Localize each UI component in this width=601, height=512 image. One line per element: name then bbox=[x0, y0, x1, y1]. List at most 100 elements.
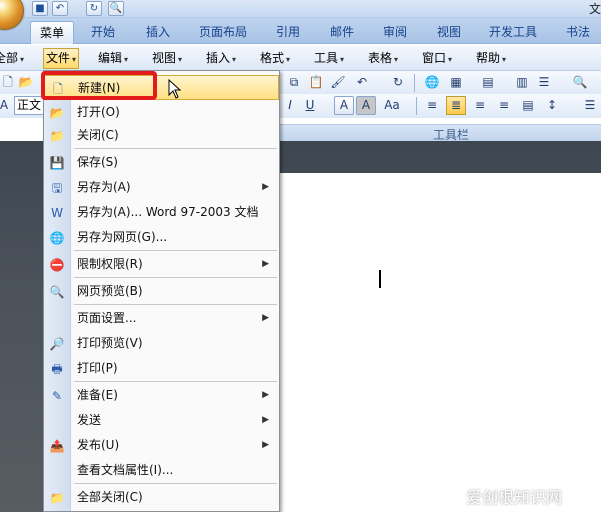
chevron-down-icon: ▾ bbox=[340, 55, 345, 64]
chevron-down-icon: ▾ bbox=[448, 55, 453, 64]
list-icon[interactable]: ☰ bbox=[580, 96, 600, 115]
menu-item-label: 查看文档属性(I)... bbox=[77, 463, 174, 477]
change-case-button[interactable]: Aa bbox=[380, 96, 404, 115]
tab-menu[interactable]: 菜单 bbox=[30, 21, 74, 44]
char-border-button[interactable]: A bbox=[334, 96, 354, 115]
watermark: 爱创根知识网 bbox=[466, 488, 563, 507]
zoom-icon[interactable]: 🔍 bbox=[570, 73, 590, 92]
menu-item-save-as-web[interactable]: 🌐 另存为网页(G)... bbox=[44, 225, 279, 250]
document-page[interactable] bbox=[280, 173, 601, 512]
menu-separator bbox=[74, 250, 277, 251]
menu-view[interactable]: 视图 ▾ bbox=[152, 50, 182, 67]
file-menu-dropdown: 🗋 新建(N) 📂 打开(O) 📁 关闭(C) 💾 保存(S) 🖫 另存为(A)… bbox=[43, 70, 280, 512]
text-direction-icon[interactable]: ☰ bbox=[534, 73, 554, 92]
word-doc-icon: W bbox=[51, 206, 63, 220]
tab-mailings[interactable]: 邮件 bbox=[322, 21, 362, 44]
tab-home[interactable]: 开始 bbox=[82, 21, 124, 44]
tab-references[interactable]: 引用 bbox=[268, 21, 308, 44]
style-icon[interactable]: A bbox=[0, 96, 14, 115]
menu-file[interactable]: 文件 ▾ bbox=[43, 48, 80, 69]
menu-item-label: 另存为(A)... Word 97-2003 文档 bbox=[77, 205, 259, 219]
italic-button[interactable]: I bbox=[280, 96, 300, 115]
tab-calligraphy[interactable]: 书法 bbox=[558, 21, 598, 44]
menu-item-send[interactable]: 发送 ▶ bbox=[44, 408, 279, 433]
justify-icon[interactable]: ≣ bbox=[446, 96, 466, 115]
submenu-arrow-icon: ▶ bbox=[262, 415, 269, 425]
chevron-down-icon: ▾ bbox=[178, 55, 183, 64]
separator bbox=[414, 74, 415, 92]
format-painter-icon[interactable]: 🖌 bbox=[328, 73, 348, 92]
quick-undo-icon[interactable]: ↶ bbox=[52, 1, 68, 16]
distribute-icon[interactable]: ▤ bbox=[518, 96, 538, 115]
menu-separator bbox=[74, 483, 277, 484]
paste-icon[interactable]: 📋 bbox=[306, 73, 326, 92]
border-icon[interactable]: ▦ bbox=[446, 73, 466, 92]
menu-item-prepare[interactable]: ✎ 准备(E) ▶ bbox=[44, 383, 279, 408]
menu-item-save-as[interactable]: 🖫 另存为(A) ▶ bbox=[44, 175, 279, 200]
chevron-down-icon: ▾ bbox=[20, 55, 25, 64]
redo-icon[interactable]: ↻ bbox=[388, 73, 408, 92]
tab-page-layout[interactable]: 页面布局 bbox=[192, 21, 254, 44]
menu-item-save[interactable]: 💾 保存(S) bbox=[44, 150, 279, 175]
menu-item-label: 发送 bbox=[77, 413, 102, 427]
menu-tools[interactable]: 工具 ▾ bbox=[314, 50, 344, 67]
menu-item-print-preview[interactable]: 🔎 打印预览(V) bbox=[44, 331, 279, 356]
hyperlink-icon[interactable]: 🌐 bbox=[422, 73, 442, 92]
tab-review[interactable]: 审阅 bbox=[375, 21, 415, 44]
table-icon[interactable]: ▤ bbox=[478, 73, 498, 92]
menu-insert[interactable]: 插入 ▾ bbox=[206, 50, 236, 67]
menu-item-page-setup[interactable]: 页面设置... ▶ bbox=[44, 306, 279, 331]
menu-item-save-as-word97[interactable]: W 另存为(A)... Word 97-2003 文档 bbox=[44, 200, 279, 225]
menu-separator bbox=[74, 381, 277, 382]
menu-item-label: 页面设置... bbox=[77, 311, 137, 325]
menu-window[interactable]: 窗口 ▾ bbox=[422, 50, 452, 67]
menu-item-label: 准备(E) bbox=[77, 388, 118, 402]
tab-developer[interactable]: 开发工具 bbox=[482, 21, 544, 44]
window-title: 文 bbox=[588, 2, 601, 16]
quick-redo-icon[interactable]: ↻ bbox=[86, 1, 102, 16]
quick-print-preview-icon[interactable]: 🔍 bbox=[108, 1, 124, 16]
menu-help[interactable]: 帮助 ▾ bbox=[476, 50, 506, 67]
separator bbox=[416, 97, 417, 115]
menu-item-label: 全部关闭(C) bbox=[77, 490, 143, 504]
columns-icon[interactable]: ▥ bbox=[512, 73, 532, 92]
open-icon[interactable]: 📂 bbox=[16, 73, 36, 92]
tab-insert[interactable]: 插入 bbox=[138, 21, 178, 44]
undo-icon[interactable]: ↶ bbox=[352, 73, 372, 92]
permission-icon: ⛔ bbox=[49, 258, 65, 272]
chevron-down-icon: ▾ bbox=[232, 55, 237, 64]
classic-menu-bar: 全部 ▾ 文件 ▾ 编辑 ▾ 视图 ▾ 插入 ▾ 格式 ▾ 工具 ▾ 表格 ▾ 窗口 ▾ 帮助 ▾ bbox=[0, 45, 601, 71]
ribbon-tab-bar: 菜单 开始 插入 页面布局 引用 邮件 审阅 视图 开发工具 书法 bbox=[0, 18, 601, 44]
underline-button[interactable]: U bbox=[300, 96, 320, 115]
menu-item-close[interactable]: 📁 关闭(C) bbox=[44, 123, 279, 148]
menu-separator bbox=[74, 277, 277, 278]
style-select[interactable]: 正文 bbox=[14, 96, 44, 115]
char-shading-button[interactable]: A bbox=[356, 96, 376, 115]
title-bar: ■ ↶ ↻ 🔍 文 bbox=[0, 0, 601, 30]
chevron-down-icon: ▾ bbox=[286, 55, 291, 64]
menu-item-print[interactable]: 🖶 打印(P) bbox=[44, 356, 279, 381]
menu-item-document-properties[interactable]: 查看文档属性(I)... bbox=[44, 458, 279, 483]
menu-edit[interactable]: 编辑 ▾ bbox=[98, 50, 128, 67]
line-spacing-icon[interactable]: ↕ bbox=[542, 96, 562, 115]
menu-item-label: 另存为网页(G)... bbox=[77, 230, 168, 244]
menu-all[interactable]: 全部 ▾ bbox=[0, 50, 24, 67]
menu-item-label: 网页预览(B) bbox=[77, 284, 143, 298]
menu-item-publish[interactable]: 📤 发布(U) ▶ bbox=[44, 433, 279, 458]
menu-item-close-all[interactable]: 📁 全部关闭(C) bbox=[44, 485, 279, 510]
menu-item-label: 保存(S) bbox=[77, 155, 118, 169]
align-left-icon[interactable]: ≡ bbox=[422, 96, 442, 115]
save-as-icon: 🖫 bbox=[51, 181, 63, 195]
align-center-icon[interactable]: ≡ bbox=[470, 96, 490, 115]
menu-format[interactable]: 格式 ▾ bbox=[260, 50, 290, 67]
align-right-icon[interactable]: ≡ bbox=[494, 96, 514, 115]
tab-view[interactable]: 视图 bbox=[429, 21, 469, 44]
copy-icon[interactable]: ⧉ bbox=[284, 73, 304, 92]
menu-item-label: 限制权限(R) bbox=[77, 257, 143, 271]
quick-save-icon[interactable]: ■ bbox=[32, 1, 48, 16]
menu-item-restrict-permission[interactable]: ⛔ 限制权限(R) ▶ bbox=[44, 252, 279, 277]
menu-item-open[interactable]: 📂 打开(O) bbox=[44, 100, 279, 125]
submenu-arrow-icon: ▶ bbox=[262, 440, 269, 450]
menu-item-web-preview[interactable]: 🔍 网页预览(B) bbox=[44, 279, 279, 304]
menu-table[interactable]: 表格 ▾ bbox=[368, 50, 398, 67]
